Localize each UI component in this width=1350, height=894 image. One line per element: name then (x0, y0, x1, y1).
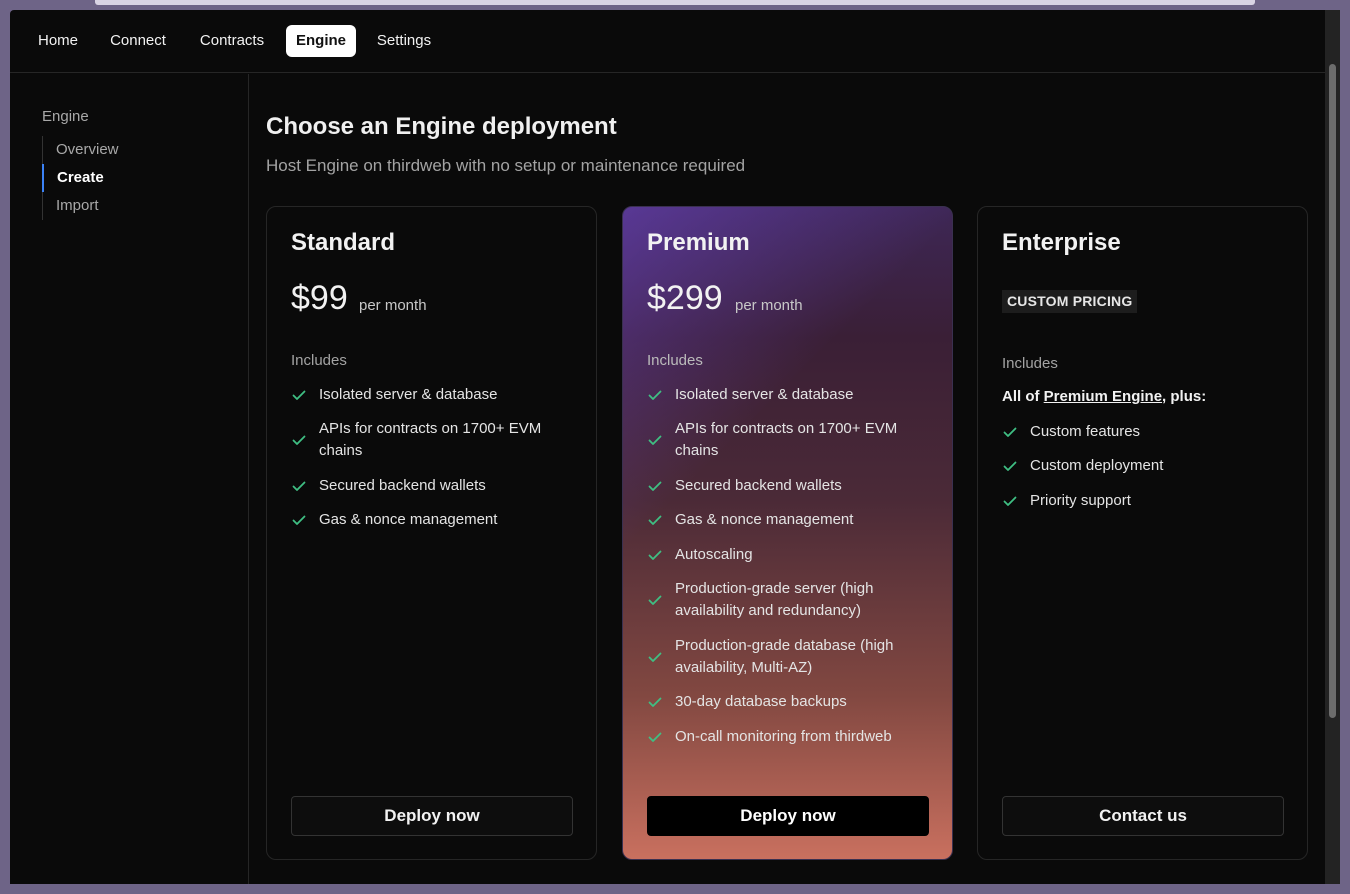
tab-connect[interactable]: Connect (99, 25, 177, 57)
check-icon (292, 390, 306, 400)
tab-engine[interactable]: Engine (286, 25, 356, 57)
scrollbar-thumb[interactable] (1329, 64, 1336, 718)
plan-price-period: per month (359, 297, 427, 314)
sidebar-heading: Engine (42, 108, 89, 125)
tab-contracts[interactable]: Contracts (188, 25, 276, 57)
includes-label: Includes (647, 352, 703, 369)
check-icon (292, 481, 306, 491)
check-icon (1003, 496, 1017, 506)
feature-item: Isolated server & database (647, 384, 937, 406)
page-title: Choose an Engine deployment (266, 113, 617, 140)
contact-us-button[interactable]: Contact us (1002, 796, 1284, 836)
check-icon (648, 481, 662, 491)
deploy-now-button[interactable]: Deploy now (291, 796, 573, 836)
feature-item: Secured backend wallets (647, 475, 937, 497)
feature-item: Production-grade database (high availabi… (647, 635, 937, 679)
plan-price: $299 (647, 279, 723, 317)
plan-name: Standard (291, 229, 396, 256)
feature-item: Gas & nonce management (291, 509, 581, 531)
sidebar-item-create[interactable]: Create (42, 164, 212, 192)
feature-item: APIs for contracts on 1700+ EVM chains (647, 418, 937, 462)
feature-item: Priority support (1002, 490, 1292, 512)
feature-item: Isolated server & database (291, 384, 581, 406)
feature-item: 30-day database backups (647, 691, 937, 713)
tab-home[interactable]: Home (28, 25, 88, 57)
plan-card-standard: Standard $99 per month Includes Isolated… (266, 206, 597, 860)
sidebar: Engine Overview Create Import (10, 74, 249, 884)
plan-price-period: per month (735, 297, 803, 314)
plan-card-premium: Premium $299 per month Includes Isolated… (622, 206, 953, 860)
app-window: Home Connect Contracts Engine Settings E… (10, 10, 1325, 884)
premium-engine-link[interactable]: Premium Engine (1044, 388, 1162, 405)
check-icon (648, 390, 662, 400)
feature-item: Custom features (1002, 421, 1292, 443)
deploy-now-button[interactable]: Deploy now (647, 796, 929, 836)
check-icon (292, 435, 306, 445)
page-subtitle: Host Engine on thirdweb with no setup or… (266, 156, 746, 175)
check-icon (648, 652, 662, 662)
check-icon (292, 515, 306, 525)
feature-item: Gas & nonce management (647, 509, 937, 531)
window-frame-edge (95, 0, 1255, 5)
check-icon (1003, 461, 1017, 471)
check-icon (648, 697, 662, 707)
feature-item: Custom deployment (1002, 455, 1292, 477)
check-icon (648, 515, 662, 525)
custom-pricing-badge: CUSTOM PRICING (1002, 290, 1138, 313)
plan-card-enterprise: Enterprise CUSTOM PRICING Includes All o… (977, 206, 1308, 860)
feature-item: APIs for contracts on 1700+ EVM chains (291, 418, 581, 462)
includes-label: Includes (1002, 355, 1058, 372)
feature-item: Autoscaling (647, 544, 937, 566)
sidebar-item-import[interactable]: Import (43, 192, 213, 220)
check-icon (1003, 427, 1017, 437)
check-icon (648, 732, 662, 742)
includes-label: Includes (291, 352, 347, 369)
plan-price: $99 (291, 279, 348, 317)
includes-premium-line: All of Premium Engine, plus: (1002, 388, 1207, 405)
plan-name: Enterprise (1002, 229, 1121, 256)
feature-item: Production-grade server (high availabili… (647, 578, 937, 622)
plan-name: Premium (647, 229, 750, 256)
sidebar-item-overview[interactable]: Overview (43, 136, 213, 164)
feature-item: On-call monitoring from thirdweb (647, 726, 937, 748)
check-icon (648, 595, 662, 605)
sidebar-list: Overview Create Import (42, 136, 223, 220)
top-navigation: Home Connect Contracts Engine Settings (10, 10, 1325, 73)
check-icon (648, 435, 662, 445)
feature-item: Secured backend wallets (291, 475, 581, 497)
tab-settings[interactable]: Settings (366, 25, 442, 57)
vertical-scrollbar[interactable] (1325, 10, 1340, 884)
check-icon (648, 550, 662, 560)
